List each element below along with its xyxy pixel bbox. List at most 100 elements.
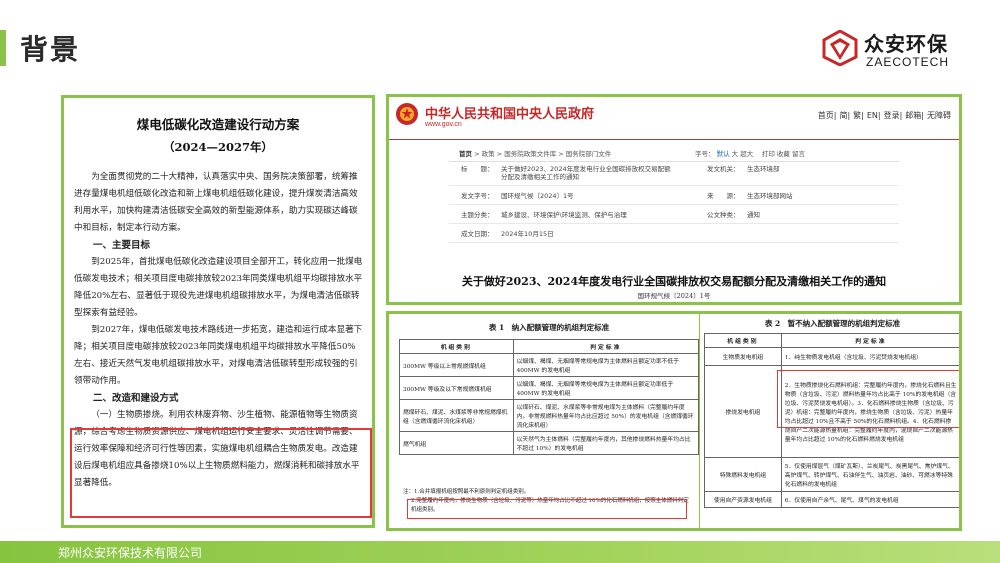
table-row: 300MW 等级以上常规燃煤机组 以烟煤、褐煤、无烟煤等常规电煤为主体燃料且额定… bbox=[399, 353, 700, 377]
policy-document-panel: 煤电低碳化改造建设行动方案 （2024—2027年） 为全面贯彻党的二十大精神，… bbox=[61, 95, 375, 528]
table-header-cell: 机组类别 bbox=[704, 333, 782, 348]
meta-row: 标 题： 关于做好2023、2024年度发电行业全国碳排放权交易配额分配及清缴相… bbox=[449, 162, 899, 186]
breadcrumb-dept-files[interactable]: 国务院部门文件 bbox=[566, 150, 612, 158]
logo-mark-icon bbox=[822, 30, 858, 66]
doc-subtitle: （2024—2027年） bbox=[162, 140, 273, 154]
meta-type-value: 通知 bbox=[747, 211, 760, 219]
footer-bar: 郑州众安环保技术有限公司 bbox=[0, 541, 1000, 563]
table-1: 表 1 纳入配额管理的机组判定标准 机组类别 判定标准 300MW 等级以上常规… bbox=[399, 322, 700, 455]
doc-paragraph: 为全面贯彻党的二十大精神，认真落实中央、国务院决策部署，统筹推进存量煤电机组低碳… bbox=[74, 172, 358, 233]
table-cell: 1．纯生物质发电机组（含垃圾、污泥焚烧发电机组） bbox=[780, 347, 959, 366]
breadcrumb-library[interactable]: 国务院政策文件库 bbox=[504, 150, 556, 158]
footer-company-name: 郑州众安环保技术有限公司 bbox=[58, 546, 203, 560]
table-cell: 300MW 等级以上常规燃煤机组 bbox=[399, 353, 514, 377]
gov-header: 中华人民共和国中央人民政府 www.gov.cn 首页| 简| 繁| EN| 登录| 邮箱… bbox=[389, 97, 959, 137]
nav-simplified-link[interactable]: 简 bbox=[839, 111, 847, 120]
print-button[interactable]: 打印 bbox=[762, 150, 775, 158]
meta-date-value: 2024年10月15日 bbox=[501, 230, 554, 238]
nav-home-link[interactable]: 首页 bbox=[818, 111, 834, 120]
table-row: 使用自产资源发电机组 6．仅使用自产余气、尾气、煤气的发电机组 bbox=[704, 491, 959, 508]
table-1-caption: 表 1 纳入配额管理的机组判定标准 bbox=[488, 323, 610, 332]
note-highlight-box bbox=[407, 499, 687, 519]
table-row: 生物质发电机组 1．纯生物质发电机组（含垃圾、污泥焚烧发电机组） bbox=[704, 347, 959, 366]
nav-login-link[interactable]: 登录 bbox=[884, 111, 900, 120]
logo-text-cn: 众安环保 bbox=[864, 32, 948, 56]
meta-source-label: 来 源： bbox=[707, 192, 740, 200]
table-cell: 以烟煤、褐煤、无烟煤等常规电煤为主体燃料且额定功率不低于 400MW 的发电机组 bbox=[512, 353, 700, 377]
table-cell: 300MW 等级及以下常规燃煤机组 bbox=[399, 376, 514, 400]
nav-accessibility-link[interactable]: 无障碍 bbox=[927, 111, 951, 120]
nav-english-link[interactable]: EN bbox=[867, 111, 878, 120]
highlight-box bbox=[70, 428, 372, 518]
breadcrumb-home[interactable]: 首页 bbox=[459, 150, 472, 158]
font-default-button[interactable]: 默认 bbox=[717, 150, 730, 158]
logo-text-en: ZAECOTECH bbox=[866, 55, 950, 69]
slide-title: 背景 bbox=[20, 33, 81, 66]
table-cell: 5．仅使用煤层气（煤矿瓦斯）、兰炭尾气、炭黑尾气、焦炉煤气、高炉煤气、转炉煤气、… bbox=[780, 457, 959, 492]
gov-header-divider bbox=[389, 139, 959, 140]
meta-topic-value: 城乡建设、环境保护\环境监测、保护与治理 bbox=[501, 211, 627, 219]
breadcrumb-policy[interactable]: 政策 bbox=[482, 150, 495, 158]
table-row: 特殊燃料发电机组 5．仅使用煤层气（煤矿瓦斯）、兰炭尾气、炭黑尾气、焦炉煤气、高… bbox=[704, 457, 959, 492]
table-cell: 特殊燃料发电机组 bbox=[704, 457, 782, 492]
table-header-cell: 机组类别 bbox=[399, 339, 514, 354]
company-logo: 众安环保 ZAECOTECH bbox=[822, 28, 972, 72]
meta-org-value: 生态环境部 bbox=[747, 165, 780, 173]
table-cell: 以烟煤、褐煤、无烟煤等常规电煤为主体燃料且额定功率低于 400MW 的发电机组 bbox=[512, 376, 700, 400]
nav-traditional-link[interactable]: 繁 bbox=[853, 111, 861, 120]
font-size-label: 字号： bbox=[695, 150, 715, 158]
breadcrumb: 首页 > 政策 > 国务院政策文件库 > 国务院部门文件 bbox=[459, 150, 612, 158]
table-cell: 6．仅使用自产余气、尾气、煤气的发电机组 bbox=[780, 491, 959, 508]
favorite-button[interactable]: 收藏 bbox=[777, 150, 790, 158]
meta-topic-label: 主题分类： bbox=[461, 211, 494, 219]
doc-meta-table: 标 题： 关于做好2023、2024年度发电行业全国碳排放权交易配额分配及清缴相… bbox=[449, 161, 899, 243]
font-xlarge-button[interactable]: 超大 bbox=[740, 150, 753, 158]
font-large-button[interactable]: 大 bbox=[732, 150, 739, 158]
table-row: 300MW 等级及以下常规燃煤机组 以烟煤、褐煤、无烟煤等常规电煤为主体燃料且额… bbox=[399, 376, 700, 400]
doc-paragraph: 到2025年，首批煤电低碳化改造建设项目全部开工，转化应用一批煤电低碳发电技术；… bbox=[74, 257, 363, 318]
table-header-row: 机组类别 判定标准 bbox=[399, 339, 700, 354]
table-cell: 生物质发电机组 bbox=[704, 347, 782, 366]
meta-org-label: 发文机关： bbox=[707, 165, 740, 173]
gov-site-url: www.gov.cn bbox=[425, 121, 462, 128]
meta-row: 成文日期： 2024年10月15日 bbox=[449, 224, 899, 243]
gov-website-panel: 中华人民共和国中央人民政府 www.gov.cn 首页| 简| 繁| EN| 登录| 邮箱… bbox=[386, 94, 962, 305]
doc-heading: 一、主要目标 bbox=[93, 240, 151, 251]
title-accent-bar bbox=[0, 30, 6, 66]
table-cell: 使用自产资源发电机组 bbox=[704, 491, 782, 508]
gov-doc-title: 关于做好2023、2024年度发电行业全国碳排放权交易配额分配及清缴相关工作的通… bbox=[461, 275, 887, 288]
meta-title-value: 关于做好2023、2024年度发电行业全国碳排放权交易配额分配及清缴相关工作的通… bbox=[501, 165, 671, 181]
meta-source-value: 生态环境部网站 bbox=[747, 192, 793, 200]
table-cell: 燃气机组 bbox=[399, 431, 514, 455]
meta-date-label: 成文日期： bbox=[461, 230, 494, 238]
table-header-cell: 判定标准 bbox=[512, 339, 700, 354]
table-header-row: 机组类别 判定标准 bbox=[704, 333, 959, 348]
table-2-highlight-box bbox=[777, 370, 959, 428]
gov-doc-number: 国环规气候〔2024〕1号 bbox=[637, 292, 711, 300]
table-cell: 以天然气为主体燃料（完整履约年度内，其他掺烧燃料热量年均占比不超过 10%）的发… bbox=[512, 431, 700, 455]
table-2-caption: 表 2 暂不纳入配额管理的机组判定标准 bbox=[764, 319, 901, 328]
criteria-tables-panel: 表 1 纳入配额管理的机组判定标准 机组类别 判定标准 300MW 等级以上常规… bbox=[386, 311, 962, 531]
table-cell: 燃煤矸石、煤泥、水煤浆等非常规燃煤机组（含燃煤循环流化床机组） bbox=[399, 399, 514, 432]
message-button[interactable]: 留言 bbox=[792, 150, 805, 158]
table-note: 注：1.合并填报机组按照最不利原则判定机组类别。 bbox=[403, 489, 530, 495]
table-cell: 掺烧发电机组 bbox=[704, 365, 782, 458]
table-row: 燃气机组 以天然气为主体燃料（完整履约年度内，其他掺烧燃料热量年均占比不超过 1… bbox=[399, 431, 700, 455]
page-tools: 字号： 默认 大 超大 打印 收藏 留言 bbox=[695, 148, 805, 158]
meta-num-value: 国环规气候〔2024〕1号 bbox=[501, 192, 574, 200]
table-1-grid: 机组类别 判定标准 300MW 等级以上常规燃煤机组 以烟煤、褐煤、无烟煤等常规… bbox=[399, 339, 700, 455]
gov-top-nav: 首页| 简| 繁| EN| 登录| 邮箱| 无障碍 bbox=[817, 111, 951, 120]
table-row: 燃煤矸石、煤泥、水煤浆等非常规燃煤机组（含燃煤循环流化床机组） 以煤矸石、煤泥、… bbox=[399, 399, 700, 432]
national-emblem-icon bbox=[396, 103, 418, 125]
nav-mail-link[interactable]: 邮箱 bbox=[905, 111, 921, 120]
gov-site-name: 中华人民共和国中央人民政府 bbox=[425, 107, 595, 122]
doc-paragraph: 到2027年，煤电低碳发电技术路线进一步拓宽，建造和运行成本显著下降；相关项目度… bbox=[74, 325, 363, 386]
meta-row: 主题分类： 城乡建设、环境保护\环境监测、保护与治理 公文种类： 通知 bbox=[449, 205, 899, 224]
meta-num-label: 发文字号： bbox=[461, 192, 494, 200]
meta-type-label: 公文种类： bbox=[707, 211, 740, 219]
doc-title: 煤电低碳化改造建设行动方案 bbox=[136, 117, 300, 132]
meta-row: 发文字号： 国环规气候〔2024〕1号 来 源： 生态环境部网站 bbox=[449, 186, 899, 205]
doc-heading: 二、改造和建设方式 bbox=[93, 393, 179, 404]
table-cell: 以煤矸石、煤泥、水煤浆等非常规电煤为主体燃料（完整履约年度内，非常规燃料热量年均… bbox=[512, 399, 700, 432]
meta-title-label: 标 题： bbox=[461, 165, 494, 173]
